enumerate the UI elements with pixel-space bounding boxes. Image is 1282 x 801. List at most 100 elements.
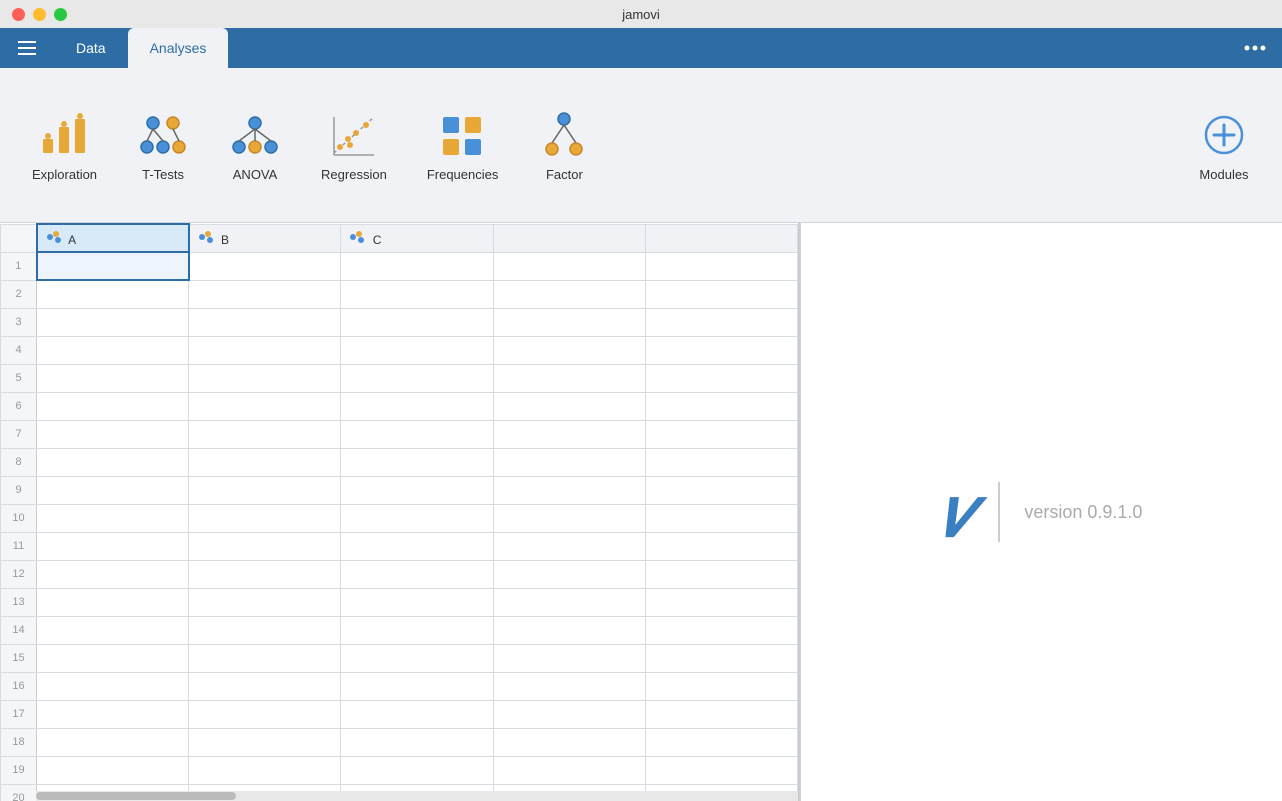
col-header-a[interactable]: A: [37, 224, 189, 252]
cell-12-0[interactable]: [37, 560, 189, 588]
cell-10-3[interactable]: [493, 504, 645, 532]
more-button[interactable]: [1236, 45, 1274, 51]
cell-6-0[interactable]: [37, 392, 189, 420]
cell-18-1[interactable]: [189, 728, 341, 756]
cell-6-3[interactable]: [493, 392, 645, 420]
cell-11-2[interactable]: [341, 532, 493, 560]
cell-11-0[interactable]: [37, 532, 189, 560]
cell-6-4[interactable]: [645, 392, 797, 420]
cell-1-2[interactable]: [341, 252, 493, 280]
cell-7-1[interactable]: [189, 420, 341, 448]
cell-13-1[interactable]: [189, 588, 341, 616]
cell-19-2[interactable]: [341, 756, 493, 784]
cell-5-2[interactable]: [341, 364, 493, 392]
cell-5-1[interactable]: [189, 364, 341, 392]
cell-4-4[interactable]: [645, 336, 797, 364]
tab-analyses[interactable]: Analyses: [128, 28, 229, 68]
cell-4-2[interactable]: [341, 336, 493, 364]
cell-9-3[interactable]: [493, 476, 645, 504]
cell-4-1[interactable]: [189, 336, 341, 364]
maximize-button[interactable]: [54, 8, 67, 21]
cell-18-4[interactable]: [645, 728, 797, 756]
cell-8-3[interactable]: [493, 448, 645, 476]
cell-10-0[interactable]: [37, 504, 189, 532]
cell-1-4[interactable]: [645, 252, 797, 280]
cell-7-3[interactable]: [493, 420, 645, 448]
cell-2-0[interactable]: [37, 280, 189, 308]
cell-18-0[interactable]: [37, 728, 189, 756]
cell-15-3[interactable]: [493, 644, 645, 672]
col-header-c[interactable]: C: [341, 224, 493, 252]
cell-2-4[interactable]: [645, 280, 797, 308]
cell-14-4[interactable]: [645, 616, 797, 644]
cell-18-3[interactable]: [493, 728, 645, 756]
cell-11-4[interactable]: [645, 532, 797, 560]
cell-2-3[interactable]: [493, 280, 645, 308]
cell-15-4[interactable]: [645, 644, 797, 672]
cell-14-2[interactable]: [341, 616, 493, 644]
cell-4-0[interactable]: [37, 336, 189, 364]
cell-12-1[interactable]: [189, 560, 341, 588]
cell-15-2[interactable]: [341, 644, 493, 672]
cell-13-4[interactable]: [645, 588, 797, 616]
cell-1-1[interactable]: [189, 252, 341, 280]
cell-17-0[interactable]: [37, 700, 189, 728]
spreadsheet[interactable]: A B: [0, 223, 798, 801]
cell-16-0[interactable]: [37, 672, 189, 700]
cell-9-4[interactable]: [645, 476, 797, 504]
ribbon-item-modules[interactable]: Modules: [1182, 101, 1266, 190]
cell-4-3[interactable]: [493, 336, 645, 364]
cell-16-4[interactable]: [645, 672, 797, 700]
cell-13-2[interactable]: [341, 588, 493, 616]
cell-7-0[interactable]: [37, 420, 189, 448]
cell-1-0[interactable]: [37, 252, 189, 280]
cell-8-1[interactable]: [189, 448, 341, 476]
cell-12-3[interactable]: [493, 560, 645, 588]
cell-10-4[interactable]: [645, 504, 797, 532]
cell-19-0[interactable]: [37, 756, 189, 784]
cell-6-1[interactable]: [189, 392, 341, 420]
cell-17-3[interactable]: [493, 700, 645, 728]
cell-19-1[interactable]: [189, 756, 341, 784]
cell-1-3[interactable]: [493, 252, 645, 280]
cell-9-2[interactable]: [341, 476, 493, 504]
col-header-empty1[interactable]: [493, 224, 645, 252]
cell-5-4[interactable]: [645, 364, 797, 392]
cell-16-1[interactable]: [189, 672, 341, 700]
cell-3-1[interactable]: [189, 308, 341, 336]
cell-14-3[interactable]: [493, 616, 645, 644]
cell-8-2[interactable]: [341, 448, 493, 476]
cell-13-0[interactable]: [37, 588, 189, 616]
cell-17-2[interactable]: [341, 700, 493, 728]
col-header-empty2[interactable]: [645, 224, 797, 252]
cell-11-3[interactable]: [493, 532, 645, 560]
cell-15-0[interactable]: [37, 644, 189, 672]
ribbon-item-exploration[interactable]: Exploration: [16, 101, 113, 190]
cell-2-2[interactable]: [341, 280, 493, 308]
ribbon-item-regression[interactable]: Regression: [305, 101, 403, 190]
cell-3-2[interactable]: [341, 308, 493, 336]
cell-7-2[interactable]: [341, 420, 493, 448]
cell-12-2[interactable]: [341, 560, 493, 588]
minimize-button[interactable]: [33, 8, 46, 21]
ribbon-item-anova[interactable]: ANOVA: [213, 101, 297, 190]
cell-8-4[interactable]: [645, 448, 797, 476]
cell-14-1[interactable]: [189, 616, 341, 644]
cell-17-1[interactable]: [189, 700, 341, 728]
cell-14-0[interactable]: [37, 616, 189, 644]
col-header-b[interactable]: B: [189, 224, 341, 252]
cell-9-0[interactable]: [37, 476, 189, 504]
cell-3-3[interactable]: [493, 308, 645, 336]
hamburger-button[interactable]: [8, 35, 46, 61]
cell-10-1[interactable]: [189, 504, 341, 532]
cell-10-2[interactable]: [341, 504, 493, 532]
ribbon-item-factor[interactable]: Factor: [522, 101, 606, 190]
cell-13-3[interactable]: [493, 588, 645, 616]
cell-16-2[interactable]: [341, 672, 493, 700]
cell-7-4[interactable]: [645, 420, 797, 448]
cell-6-2[interactable]: [341, 392, 493, 420]
cell-3-4[interactable]: [645, 308, 797, 336]
cell-2-1[interactable]: [189, 280, 341, 308]
cell-19-3[interactable]: [493, 756, 645, 784]
cell-15-1[interactable]: [189, 644, 341, 672]
